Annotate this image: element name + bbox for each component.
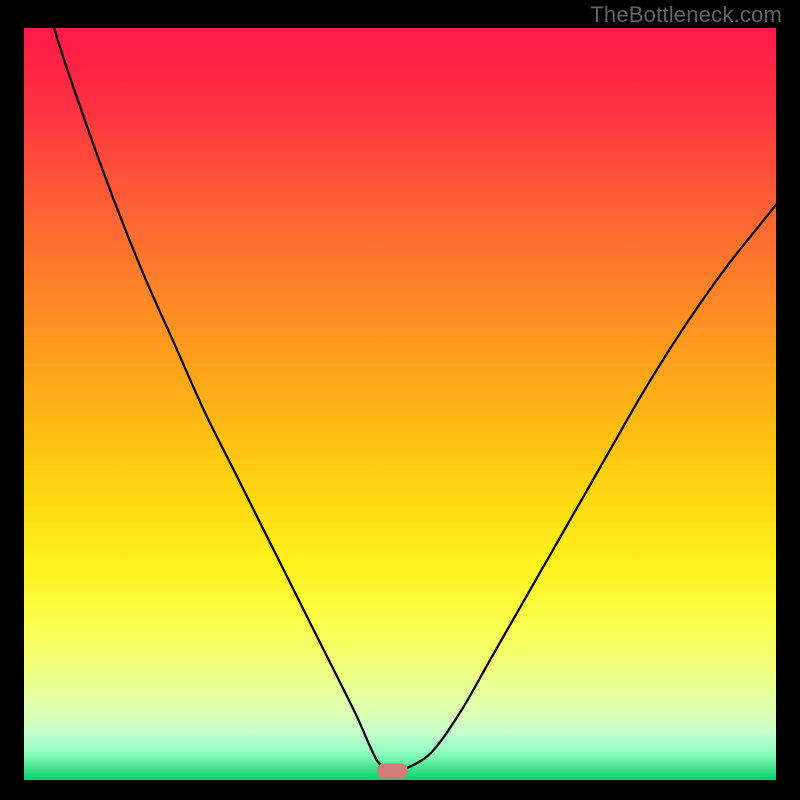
chart-background (24, 28, 776, 780)
optimal-point-marker (377, 763, 407, 778)
chart-frame: TheBottleneck.com (0, 0, 800, 800)
watermark-text: TheBottleneck.com (590, 2, 782, 28)
bottleneck-chart-svg (24, 28, 776, 780)
plot-area (24, 28, 776, 780)
